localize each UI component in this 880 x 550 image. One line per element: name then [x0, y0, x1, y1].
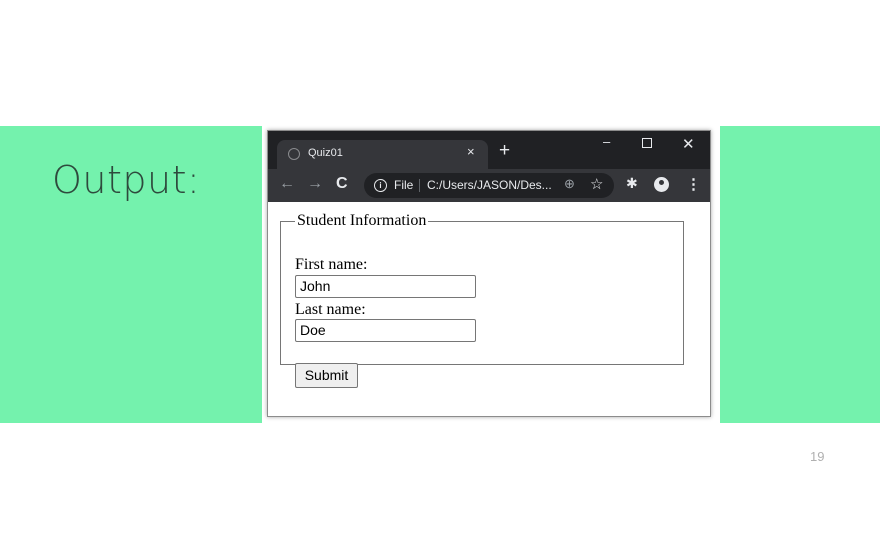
menu-icon[interactable]: ⋮ [686, 175, 701, 193]
browser-titlebar: Quiz01 × + – ✕ [268, 131, 710, 169]
info-icon[interactable]: i [374, 179, 387, 192]
page-number: 19 [810, 449, 825, 464]
browser-toolbar: ← → C i File C:/Users/JASON/Des... ⊕ ☆ ✱… [268, 169, 710, 202]
slide-heading: Output: [52, 158, 201, 202]
browser-tab[interactable]: Quiz01 × [277, 140, 488, 169]
profile-icon[interactable] [654, 177, 669, 192]
maximize-button[interactable] [642, 138, 652, 148]
scheme-label: File [394, 178, 414, 192]
url-text[interactable]: C:/Users/JASON/Des... [427, 178, 552, 192]
back-button[interactable]: ← [279, 175, 295, 193]
submit-button[interactable]: Submit [295, 363, 358, 388]
forward-button[interactable]: → [307, 175, 323, 193]
first-name-label: First name: [295, 256, 368, 273]
green-panel-right [720, 126, 880, 423]
browser-window: Quiz01 × + – ✕ ← → C i File C:/Users/JAS… [267, 130, 711, 417]
new-tab-button[interactable]: + [499, 141, 510, 161]
first-name-input[interactable]: John [295, 275, 476, 298]
minimize-button[interactable]: – [603, 134, 610, 149]
close-window-button[interactable]: ✕ [682, 135, 695, 153]
bookmark-star-icon[interactable]: ☆ [590, 175, 603, 193]
zoom-icon[interactable]: ⊕ [564, 176, 575, 192]
student-fieldset: Student Information First name: John Las… [280, 212, 684, 388]
fieldset-legend: Student Information [297, 212, 427, 229]
globe-icon [288, 148, 300, 160]
last-name-label: Last name: [295, 301, 366, 318]
extensions-icon[interactable]: ✱ [626, 175, 638, 192]
address-bar[interactable]: i File C:/Users/JASON/Des... ⊕ ☆ [364, 173, 614, 198]
reload-button[interactable]: C [336, 175, 348, 193]
tab-title: Quiz01 [308, 147, 343, 159]
tab-close-icon[interactable]: × [467, 144, 475, 159]
last-name-input[interactable]: Doe [295, 319, 476, 342]
page-content: Student Information First name: John Las… [268, 202, 710, 416]
omnibox-divider [419, 179, 420, 192]
